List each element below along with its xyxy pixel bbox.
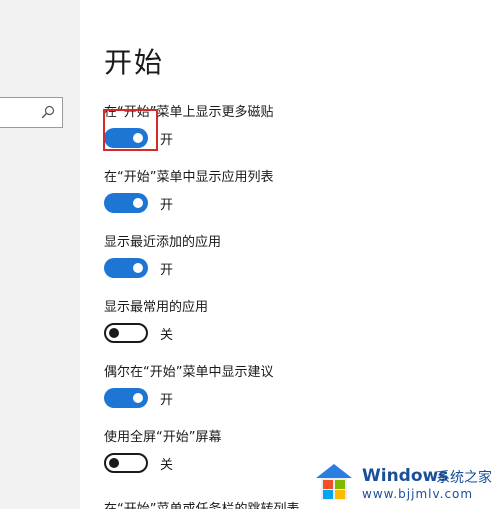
setting-most-used: 显示最常用的应用 关 [104, 299, 494, 343]
suggestions-toggle[interactable]: 开 [104, 387, 173, 409]
setting-more-tiles: 在“开始”菜单上显示更多磁贴 开 [104, 104, 494, 148]
setting-label: 在“开始”菜单上显示更多磁贴 [104, 105, 274, 120]
page-title: 开始 [104, 46, 165, 79]
search-box[interactable] [0, 97, 63, 128]
toggle-switch[interactable] [104, 323, 148, 343]
highlight-box [103, 109, 158, 151]
toggle-state-text: 开 [160, 132, 174, 148]
most-used-toggle[interactable]: 关 [104, 322, 173, 344]
toggle-knob [133, 393, 143, 403]
app-list-toggle[interactable]: 开 [104, 192, 173, 214]
setting-app-list: 在“开始”菜单中显示应用列表 开 [104, 169, 494, 213]
watermark: Windows 系统之家 www.bjjmlv.com [310, 458, 500, 509]
toggle-state-text: 开 [160, 197, 174, 213]
settings-window: 开始 在“开始”菜单上显示更多磁贴 开 在“开始”菜单中显示应用列表 开 显示最… [0, 0, 500, 509]
setting-label: 使用全屏“开始”屏幕 [104, 430, 222, 445]
toggle-knob [109, 458, 119, 468]
setting-jump-list-label: 在“开始”菜单或任务栏的跳转列表 [104, 498, 299, 509]
watermark-site-name: 系统之家 [436, 470, 492, 486]
toggle-switch[interactable] [104, 453, 148, 473]
setting-recently-added: 显示最近添加的应用 开 [104, 234, 494, 278]
recently-added-toggle[interactable]: 开 [104, 257, 173, 279]
toggle-knob [133, 198, 143, 208]
setting-label: 显示最近添加的应用 [104, 235, 222, 250]
search-input[interactable] [0, 98, 44, 127]
setting-label: 偶尔在“开始”菜单中显示建议 [104, 365, 274, 380]
toggle-switch[interactable] [104, 388, 148, 408]
toggle-state-text: 关 [160, 327, 174, 343]
search-icon[interactable] [41, 105, 55, 119]
toggle-state-text: 开 [160, 392, 174, 408]
toggle-state-text: 开 [160, 262, 174, 278]
setting-full-screen: 使用全屏“开始”屏幕 关 [104, 429, 494, 473]
watermark-url: www.bjjmlv.com [362, 487, 474, 501]
toggle-switch[interactable] [104, 258, 148, 278]
toggle-switch[interactable] [104, 193, 148, 213]
navigation-pane [0, 0, 80, 509]
setting-label: 显示最常用的应用 [104, 300, 209, 315]
full-screen-toggle[interactable]: 关 [104, 452, 173, 474]
setting-suggestions: 偶尔在“开始”菜单中显示建议 开 [104, 364, 494, 408]
toggle-state-text: 关 [160, 457, 174, 473]
setting-label: 在“开始”菜单中显示应用列表 [104, 170, 274, 185]
toggle-knob [109, 328, 119, 338]
windows-logo-icon [316, 464, 352, 500]
toggle-knob [133, 263, 143, 273]
